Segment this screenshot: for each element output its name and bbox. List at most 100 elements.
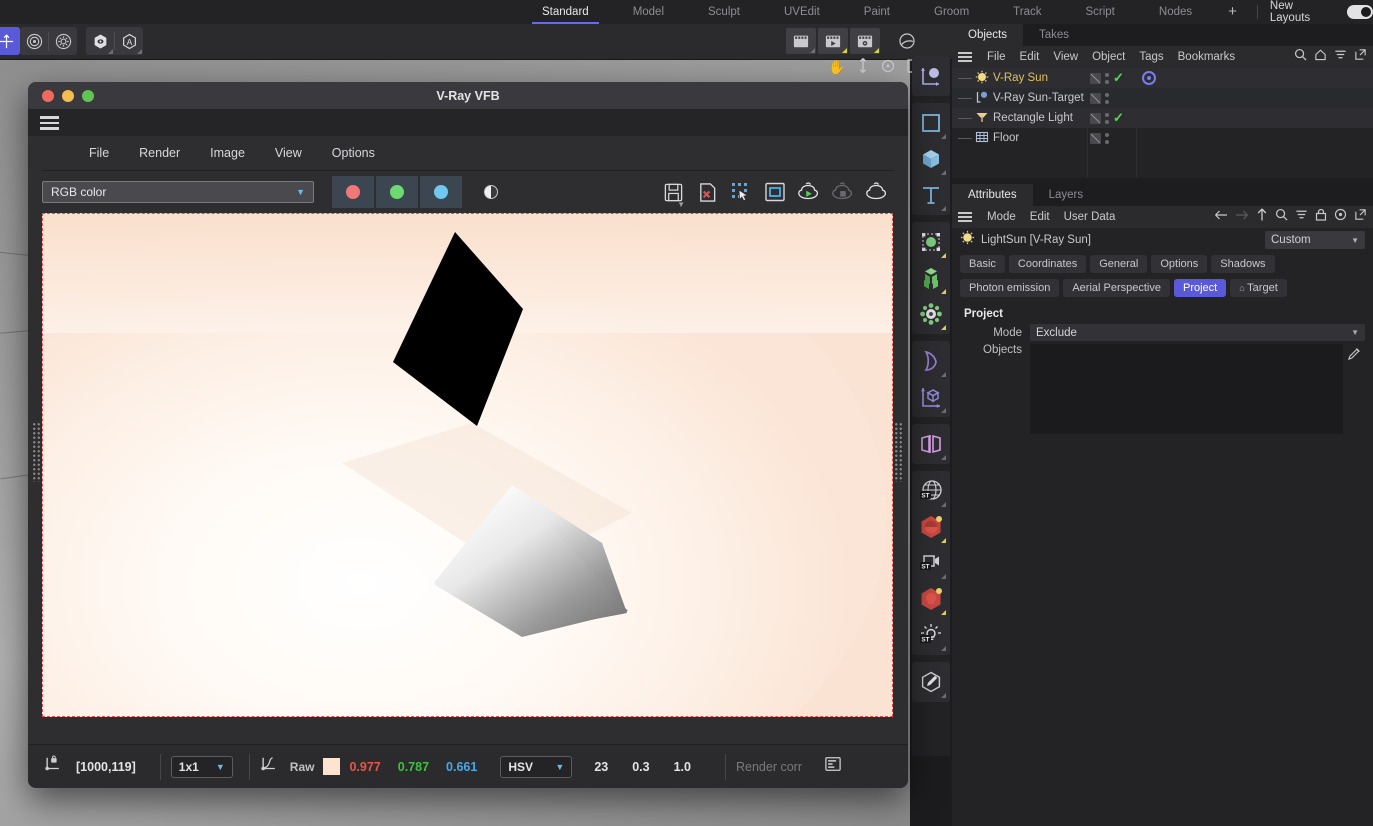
vray-sun-icon[interactable]: ST: [914, 617, 948, 653]
tab-layers[interactable]: Layers: [1033, 184, 1100, 206]
alpha-channel-icon[interactable]: [484, 185, 498, 199]
zoom-arrows-icon[interactable]: [857, 57, 869, 76]
vray-light-icon[interactable]: [914, 581, 948, 617]
tag-icon[interactable]: [1142, 71, 1156, 85]
axis-lock-icon[interactable]: A: [115, 27, 143, 55]
layout-tab-sculpt[interactable]: Sculpt: [686, 0, 762, 24]
objects-menu-object[interactable]: Object: [1085, 51, 1132, 63]
render-view-icon[interactable]: [786, 28, 816, 54]
attr-tab-target[interactable]: Target: [1230, 279, 1287, 297]
layout-tab-nodes[interactable]: Nodes: [1137, 0, 1214, 24]
color-mode-select[interactable]: HSV ▼: [500, 755, 573, 778]
color-curve-icon[interactable]: [260, 755, 278, 778]
red-channel-button[interactable]: [332, 176, 374, 208]
clear-image-button[interactable]: [690, 177, 724, 207]
vfb-menu-options[interactable]: Options: [317, 146, 390, 160]
attributes-menu-mode[interactable]: Mode: [980, 211, 1023, 223]
green-channel-button[interactable]: [376, 176, 418, 208]
vfb-title-bar[interactable]: V-Ray VFB: [28, 82, 908, 110]
vray-environment-icon[interactable]: ST: [914, 473, 948, 509]
vray-dome-light-icon[interactable]: [914, 509, 948, 545]
objects-menu-view[interactable]: View: [1046, 51, 1085, 63]
attributes-menu-user-data[interactable]: User Data: [1057, 211, 1123, 223]
show-image-area-button[interactable]: [758, 177, 792, 207]
render-settings-icon[interactable]: [850, 28, 880, 54]
visibility-dots[interactable]: [1105, 72, 1109, 84]
render-to-picture-viewer-icon[interactable]: [818, 28, 848, 54]
layout-tab-groom[interactable]: Groom: [912, 0, 991, 24]
attr-tab-photon-emission[interactable]: Photon emission: [960, 279, 1060, 297]
object-enable-toggle[interactable]: [1090, 92, 1101, 104]
layout-tab-standard[interactable]: Standard: [520, 0, 611, 24]
snap-settings-gear-icon[interactable]: [49, 27, 77, 55]
array-object-icon[interactable]: [914, 260, 948, 296]
object-row-vray-sun-target[interactable]: V-Ray Sun-Target: [952, 88, 1373, 108]
filter-icon[interactable]: [1295, 208, 1308, 226]
object-row-vray-sun[interactable]: V-Ray Sun ✓: [952, 68, 1373, 88]
eyedropper-icon[interactable]: [1343, 344, 1365, 361]
coordinate-cube-icon[interactable]: [914, 379, 948, 415]
lock-pixel-icon[interactable]: [44, 755, 62, 778]
target-icon[interactable]: [1334, 208, 1347, 226]
layout-tab-script[interactable]: Script: [1063, 0, 1136, 24]
attr-tab-options[interactable]: Options: [1151, 255, 1208, 273]
search-icon[interactable]: [1275, 208, 1288, 226]
corrections-panel-icon[interactable]: [824, 756, 842, 777]
add-layout-button[interactable]: +: [1214, 0, 1251, 24]
layout-tab-model[interactable]: Model: [611, 0, 686, 24]
pan-hand-icon[interactable]: ✋: [828, 59, 845, 76]
workplane-icon[interactable]: [86, 27, 114, 55]
vfb-menu-render[interactable]: Render: [124, 146, 195, 160]
spline-rectangle-icon[interactable]: [914, 105, 948, 141]
visibility-dots[interactable]: [1105, 132, 1109, 144]
lock-icon[interactable]: [1315, 208, 1327, 226]
subdivision-surface-icon[interactable]: [914, 224, 948, 260]
layout-tab-paint[interactable]: Paint: [842, 0, 912, 24]
vfb-menu-view[interactable]: View: [260, 146, 317, 160]
channel-select[interactable]: RGB color ▼: [42, 181, 314, 203]
objects-menu-bookmarks[interactable]: Bookmarks: [1171, 51, 1243, 63]
attr-tab-aerial-perspective[interactable]: Aerial Perspective: [1063, 279, 1170, 297]
attr-tab-general[interactable]: General: [1090, 255, 1148, 273]
layout-tab-uvedit[interactable]: UVEdit: [762, 0, 842, 24]
move-tool-icon[interactable]: [0, 27, 20, 55]
objects-menu-file[interactable]: File: [980, 51, 1013, 63]
filter-icon[interactable]: [1334, 48, 1347, 66]
sculpt-brush-icon[interactable]: [914, 664, 948, 700]
text-spline-icon[interactable]: [914, 177, 948, 213]
attributes-hamburger-icon[interactable]: [958, 212, 972, 222]
vfb-menu-file[interactable]: File: [74, 146, 124, 160]
vfb-left-grip[interactable]: [32, 422, 41, 482]
preset-dropdown[interactable]: Custom ▼: [1265, 231, 1365, 249]
vray-camera-icon[interactable]: ST: [914, 545, 948, 581]
new-layouts-toggle[interactable]: [1347, 5, 1373, 19]
up-arrow-icon[interactable]: [1256, 208, 1268, 226]
object-enable-toggle[interactable]: [1090, 112, 1101, 124]
cube-primitive-icon[interactable]: [914, 141, 948, 177]
material-sphere-icon[interactable]: [892, 28, 922, 54]
cloner-object-icon[interactable]: [914, 296, 948, 332]
save-image-button[interactable]: ▼: [656, 177, 690, 209]
object-row-floor[interactable]: Floor: [952, 128, 1373, 148]
expand-icon[interactable]: [1354, 208, 1367, 226]
forward-arrow-icon[interactable]: [1235, 208, 1249, 226]
blue-channel-button[interactable]: [420, 176, 462, 208]
object-row-rectangle-light[interactable]: Rectangle Light ✓: [952, 108, 1373, 128]
region-render-button[interactable]: [724, 177, 758, 207]
visibility-dots[interactable]: [1105, 112, 1109, 124]
expand-icon[interactable]: [1354, 48, 1367, 66]
object-tree[interactable]: V-Ray Sun ✓ V-Ray Sun-Target Rectangle L…: [952, 68, 1373, 178]
home-icon[interactable]: [1314, 48, 1327, 66]
tab-attributes[interactable]: Attributes: [952, 184, 1033, 206]
bend-deformer-icon[interactable]: [914, 343, 948, 379]
layout-tab-track[interactable]: Track: [991, 0, 1063, 24]
objects-hamburger-icon[interactable]: [958, 52, 972, 62]
tab-takes[interactable]: Takes: [1023, 24, 1085, 46]
attr-tab-coordinates[interactable]: Coordinates: [1008, 255, 1087, 273]
objects-drop-area[interactable]: [1030, 344, 1343, 434]
attr-tab-basic[interactable]: Basic: [960, 255, 1005, 273]
attr-tab-project[interactable]: Project: [1173, 279, 1227, 297]
visible-check-icon[interactable]: ✓: [1113, 70, 1124, 86]
vfb-hamburger-icon[interactable]: [40, 116, 59, 130]
vray-vfb-window[interactable]: V-Ray VFB File Render Image View Options…: [28, 82, 908, 788]
